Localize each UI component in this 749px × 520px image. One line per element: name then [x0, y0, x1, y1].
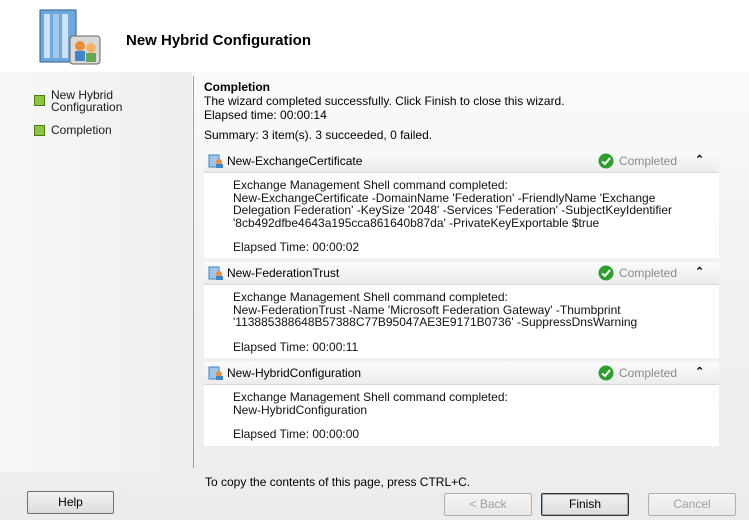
task-panel: New-FederationTrust Completed ⌃ Exchange…	[204, 262, 719, 358]
collapse-chevron-icon[interactable]: ⌃	[695, 365, 704, 378]
success-check-icon	[598, 153, 614, 169]
task-panel: New-HybridConfiguration Completed ⌃ Exch…	[204, 362, 719, 446]
task-name: New-HybridConfiguration	[227, 366, 362, 380]
nav-item-label: Completion	[51, 123, 112, 137]
collapse-chevron-icon[interactable]: ⌃	[695, 265, 704, 278]
completion-summary: Completion The wizard completed successf…	[204, 80, 719, 142]
task-header[interactable]: New-ExchangeCertificate Completed ⌃	[204, 150, 719, 173]
cancel-button[interactable]: Cancel	[648, 493, 736, 516]
server-users-icon	[39, 9, 101, 65]
detail-line: Exchange Management Shell command comple…	[233, 290, 508, 304]
back-button[interactable]: < Back	[444, 493, 532, 516]
wizard-step-nav: New Hybrid Configuration Completion	[0, 72, 192, 472]
section-title: Completion	[204, 80, 270, 94]
detail-line: New-HybridConfiguration	[233, 402, 368, 417]
wizard-header: New Hybrid Configuration	[0, 0, 749, 72]
detail-line: '113885388648B57388C77B95047AE3E9171B073…	[233, 315, 638, 330]
status-text: Completed	[619, 366, 678, 380]
task-details: Exchange Management Shell command comple…	[204, 173, 719, 254]
elapsed-time: Elapsed time: 00:00:14	[204, 108, 327, 122]
copy-hint: To copy the contents of this page, press…	[205, 475, 471, 489]
task-name: New-FederationTrust	[227, 266, 340, 280]
detail-line: '8cb492dfbe4643a195cca861640b87da' -Priv…	[233, 215, 600, 230]
task-elapsed: Elapsed Time: 00:00:11	[233, 339, 359, 354]
nav-divider	[193, 76, 194, 468]
wizard-title: New Hybrid Configuration	[126, 32, 311, 49]
status-text: Completed	[619, 266, 678, 280]
detail-line: Delegation Federation' -KeySize '2048' -…	[233, 203, 673, 218]
nav-item-label: New Hybrid Configuration	[51, 88, 123, 114]
task-details: Exchange Management Shell command comple…	[204, 385, 719, 441]
status-text: Completed	[619, 154, 678, 168]
finish-button[interactable]: Finish	[541, 493, 629, 516]
task-elapsed: Elapsed Time: 00:00:00	[233, 427, 360, 442]
collapse-chevron-icon[interactable]: ⌃	[695, 153, 704, 166]
completion-message: The wizard completed successfully. Click…	[204, 94, 565, 108]
task-name: New-ExchangeCertificate	[227, 154, 363, 168]
task-elapsed: Elapsed Time: 00:00:02	[233, 240, 360, 255]
nav-item-new-hybrid-configuration[interactable]: New Hybrid Configuration	[34, 89, 122, 113]
step-bullet-icon	[34, 95, 45, 106]
task-icon	[208, 154, 223, 168]
summary-text: Summary: 3 item(s). 3 succeeded, 0 faile…	[204, 128, 433, 142]
task-icon	[208, 366, 223, 380]
step-bullet-icon	[34, 125, 45, 136]
success-check-icon	[598, 265, 614, 281]
task-header[interactable]: New-FederationTrust Completed ⌃	[204, 262, 719, 285]
help-button[interactable]: Help	[27, 491, 114, 514]
detail-line: Exchange Management Shell command comple…	[233, 178, 508, 192]
nav-item-completion[interactable]: Completion	[34, 124, 112, 136]
success-check-icon	[598, 365, 614, 381]
task-panel: New-ExchangeCertificate Completed ⌃ Exch…	[204, 150, 719, 258]
detail-line: Exchange Management Shell command comple…	[233, 390, 508, 404]
task-icon	[208, 266, 223, 280]
task-details: Exchange Management Shell command comple…	[204, 285, 719, 353]
task-header[interactable]: New-HybridConfiguration Completed ⌃	[204, 362, 719, 385]
